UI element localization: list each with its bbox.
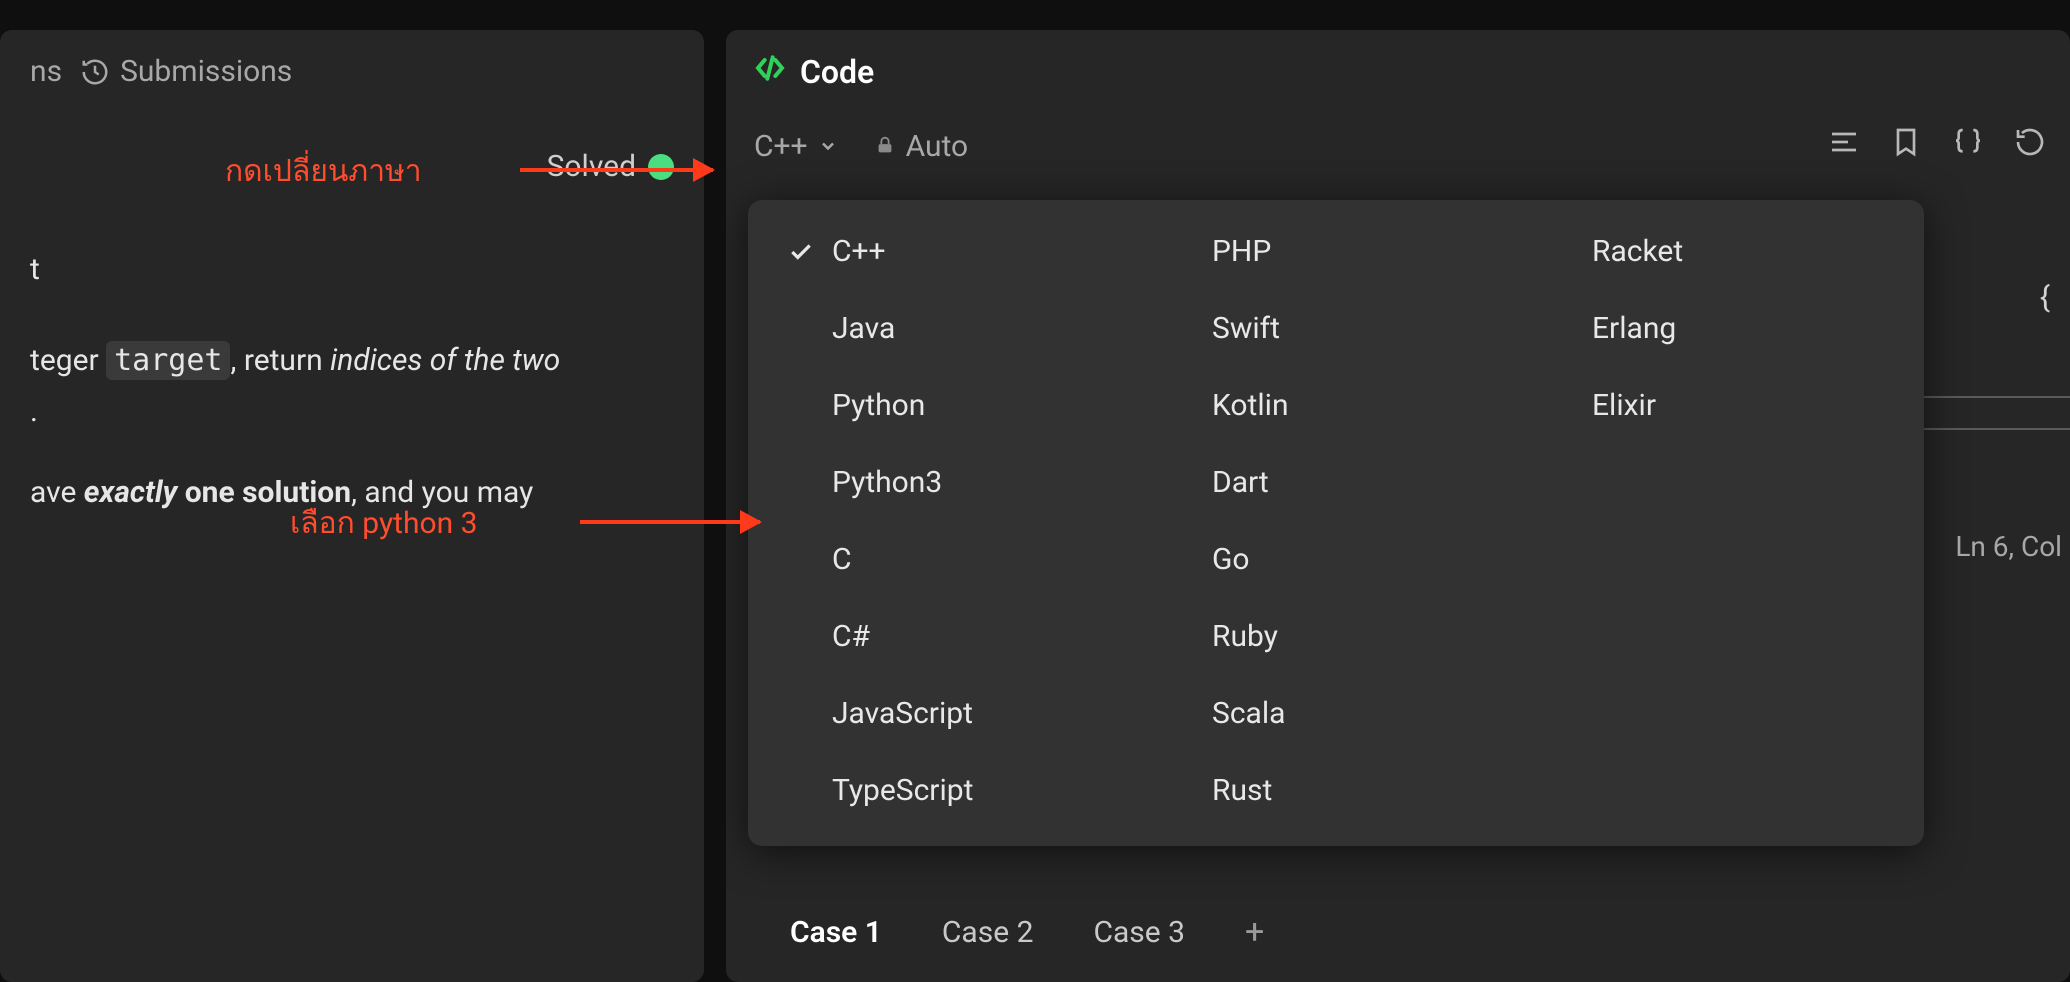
tab-case-2[interactable]: Case 2 bbox=[942, 915, 1034, 950]
dd-label: C++ bbox=[832, 234, 886, 269]
dd-label: C# bbox=[832, 619, 870, 654]
dd-item-dart[interactable]: Dart bbox=[1146, 461, 1526, 504]
left-tabs: ns Submissions bbox=[30, 54, 674, 89]
dd-item-swift[interactable]: Swift bbox=[1146, 307, 1526, 350]
dd-item-rust[interactable]: Rust bbox=[1146, 769, 1526, 812]
dd-label: Java bbox=[832, 311, 895, 346]
main-split: ns Submissions Solved t teger target, re… bbox=[0, 30, 2070, 982]
cursor-position: Ln 6, Col bbox=[1955, 530, 2062, 563]
language-selector[interactable]: C++ bbox=[754, 129, 838, 164]
dd-label: Swift bbox=[1212, 311, 1280, 346]
dd-item-java[interactable]: Java bbox=[766, 307, 1146, 350]
add-case-button[interactable]: + bbox=[1245, 912, 1264, 952]
tab-description-partial[interactable]: ns bbox=[30, 54, 62, 89]
editor-area[interactable]: { bbox=[2040, 280, 2050, 315]
dd-label: Erlang bbox=[1592, 311, 1676, 346]
dd-item-csharp[interactable]: C# bbox=[766, 615, 1146, 658]
language-dropdown[interactable]: C++ PHP Racket Java Swift Erlang Python … bbox=[748, 200, 1924, 846]
solved-label: Solved bbox=[547, 149, 636, 184]
dd-item-php[interactable]: PHP bbox=[1146, 230, 1526, 273]
code-panel: Code C++ Auto bbox=[726, 30, 2070, 982]
toolbar-right bbox=[1828, 126, 2046, 166]
desc-strong: one solution bbox=[177, 475, 351, 510]
dd-label: Python3 bbox=[832, 465, 942, 500]
dd-item-typescript[interactable]: TypeScript bbox=[766, 769, 1146, 812]
code-icon bbox=[754, 52, 786, 92]
desc-line-4: ave exactly one solution, and you may bbox=[30, 467, 674, 518]
tab-submissions[interactable]: Submissions bbox=[80, 54, 292, 89]
tab-submissions-label: Submissions bbox=[120, 54, 292, 89]
dd-item-javascript[interactable]: JavaScript bbox=[766, 692, 1146, 735]
dd-item-scala[interactable]: Scala bbox=[1146, 692, 1526, 735]
tab-description-label: ns bbox=[30, 54, 62, 89]
dd-item-erlang[interactable]: Erlang bbox=[1526, 307, 1906, 350]
dd-label: Elixir bbox=[1592, 388, 1656, 423]
dd-label: C bbox=[832, 542, 852, 577]
dd-item-python3[interactable]: Python3 bbox=[766, 461, 1146, 504]
dd-label: TypeScript bbox=[832, 773, 973, 808]
description-panel: ns Submissions Solved t teger target, re… bbox=[0, 30, 704, 982]
dd-label: Scala bbox=[1212, 696, 1285, 731]
dd-label: Ruby bbox=[1212, 619, 1278, 654]
testcase-tabs: Case 1 Case 2 Case 3 + bbox=[790, 912, 1264, 952]
dd-item-kotlin[interactable]: Kotlin bbox=[1146, 384, 1526, 427]
history-icon bbox=[80, 57, 110, 87]
desc-line-1: t bbox=[30, 244, 674, 295]
desc-strong-em: exactly bbox=[84, 475, 177, 510]
problem-description: t teger target, return indices of the tw… bbox=[30, 244, 674, 518]
auto-toggle[interactable]: Auto bbox=[874, 129, 969, 164]
dd-item-python[interactable]: Python bbox=[766, 384, 1146, 427]
dd-label: Racket bbox=[1592, 234, 1683, 269]
solved-dot-icon bbox=[648, 154, 674, 180]
tab-case-3[interactable]: Case 3 bbox=[1093, 915, 1185, 950]
desc-frag: , and you may bbox=[351, 475, 533, 510]
dd-label: Go bbox=[1212, 542, 1250, 577]
solved-row: Solved bbox=[30, 149, 674, 184]
tab-case-1[interactable]: Case 1 bbox=[790, 915, 882, 950]
check-icon bbox=[788, 239, 814, 265]
window-topbar bbox=[0, 0, 2070, 30]
desc-frag: ave bbox=[30, 475, 84, 510]
dd-item-cpp[interactable]: C++ bbox=[766, 230, 1146, 273]
dd-label: Python bbox=[832, 388, 925, 423]
lock-icon bbox=[874, 129, 896, 164]
code-title: Code bbox=[800, 53, 874, 91]
dd-item-ruby[interactable]: Ruby bbox=[1146, 615, 1526, 658]
dd-label: Dart bbox=[1212, 465, 1269, 500]
dd-item-c[interactable]: C bbox=[766, 538, 1146, 581]
dd-label: JavaScript bbox=[832, 696, 973, 731]
dd-item-elixir[interactable]: Elixir bbox=[1526, 384, 1906, 427]
editor-toolbar: C++ Auto bbox=[726, 120, 2070, 184]
code-target: target bbox=[106, 341, 230, 380]
code-header: Code bbox=[726, 30, 2070, 120]
desc-line-2: teger target, return indices of the two bbox=[30, 335, 674, 386]
desc-line-3: . bbox=[30, 386, 674, 437]
code-brace: { bbox=[2040, 280, 2050, 315]
dd-label: Kotlin bbox=[1212, 388, 1289, 423]
chevron-down-icon bbox=[818, 129, 838, 164]
desc-em: indices of the two bbox=[330, 343, 560, 378]
desc-frag: , return bbox=[230, 343, 330, 378]
toolbar-left: C++ Auto bbox=[754, 129, 968, 164]
desc-frag: teger bbox=[30, 343, 106, 378]
dd-item-racket[interactable]: Racket bbox=[1526, 230, 1906, 273]
auto-label: Auto bbox=[906, 129, 969, 164]
dd-label: PHP bbox=[1212, 234, 1271, 269]
dd-label: Rust bbox=[1212, 773, 1272, 808]
braces-icon[interactable] bbox=[1952, 126, 1984, 166]
language-selected-label: C++ bbox=[754, 129, 808, 164]
format-icon[interactable] bbox=[1828, 126, 1860, 166]
dd-item-go[interactable]: Go bbox=[1146, 538, 1526, 581]
bookmark-icon[interactable] bbox=[1890, 126, 1922, 166]
reset-icon[interactable] bbox=[2014, 126, 2046, 166]
